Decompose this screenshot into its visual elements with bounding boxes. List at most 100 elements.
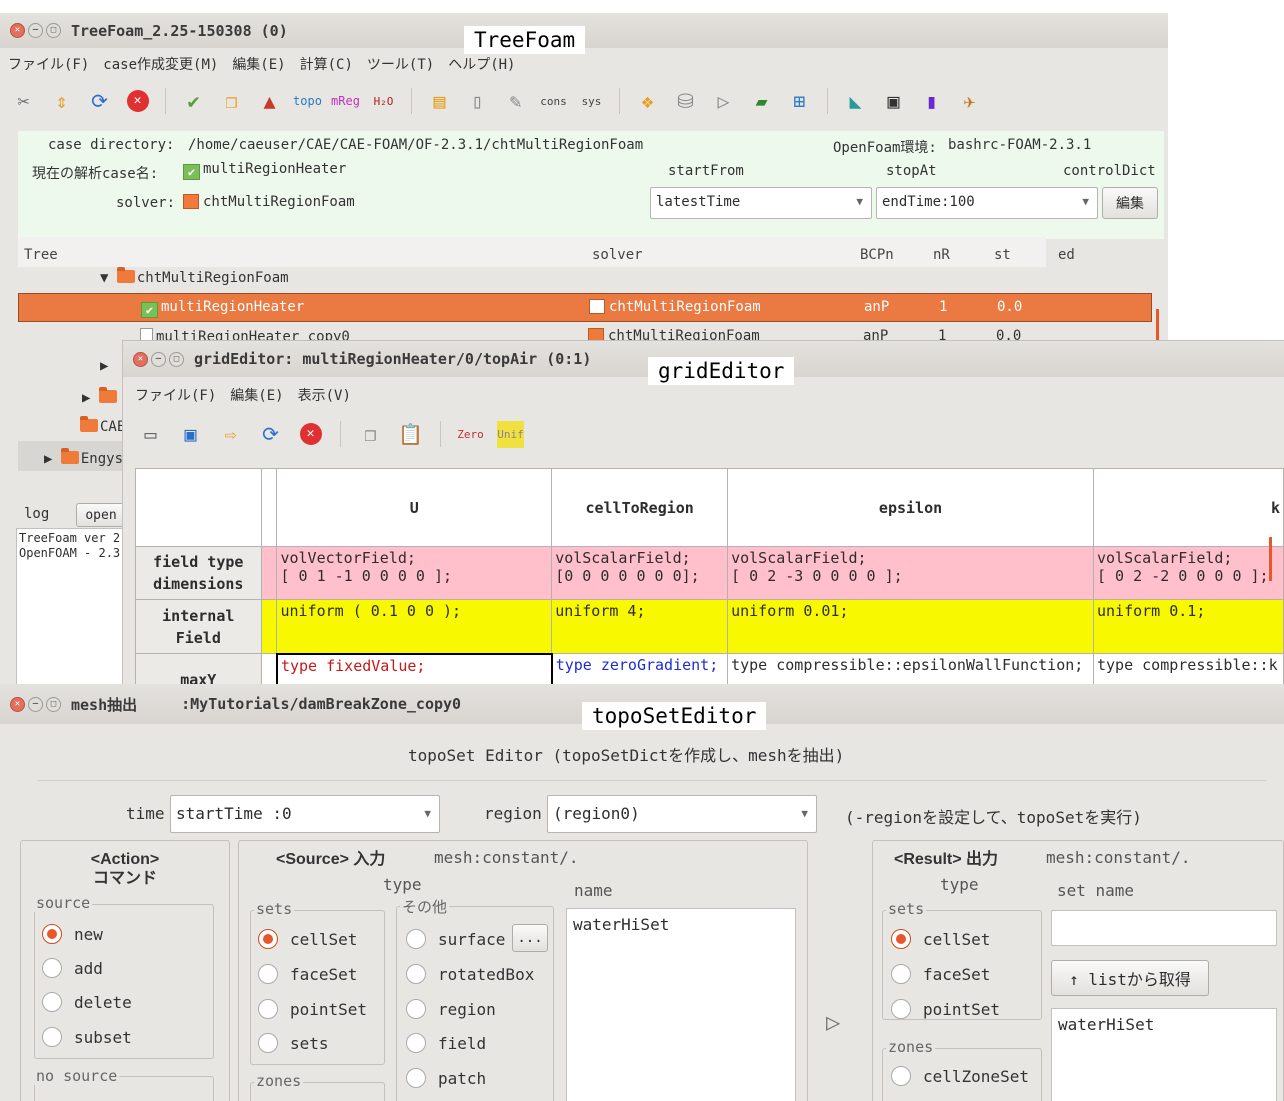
open-log-button[interactable]: open bbox=[76, 503, 126, 527]
radio-surface[interactable]: surface bbox=[406, 929, 505, 949]
edit-controldict-button[interactable]: 編集 bbox=[1102, 187, 1158, 219]
parallel-icon[interactable]: ⊞ bbox=[786, 88, 813, 115]
menu-calc[interactable]: 計算(C) bbox=[300, 54, 353, 74]
terminal-icon[interactable]: ▣ bbox=[880, 88, 907, 115]
menu-view[interactable]: 表示(V) bbox=[298, 385, 351, 405]
maximize-icon[interactable]: □ bbox=[46, 23, 61, 38]
color-bars-icon[interactable]: ▮ bbox=[918, 88, 945, 115]
source-name-list[interactable]: waterHiSet bbox=[566, 908, 796, 1101]
scrollbar[interactable] bbox=[1156, 309, 1159, 343]
radio-patch[interactable]: patch bbox=[406, 1068, 486, 1088]
grid-icon[interactable]: ▤ bbox=[426, 88, 453, 115]
doc-icon[interactable]: ▯ bbox=[464, 88, 491, 115]
radio-subset[interactable]: subset bbox=[42, 1027, 132, 1047]
refresh-icon[interactable]: ⟳ bbox=[257, 421, 284, 448]
topo-icon[interactable]: topo bbox=[293, 88, 322, 115]
hdfs-icon[interactable]: H₂O bbox=[370, 88, 397, 115]
grid-cell[interactable]: type compressible::k bbox=[1092, 653, 1284, 685]
save-icon[interactable]: ▣ bbox=[177, 421, 204, 448]
menu-case[interactable]: case作成変更(M) bbox=[103, 54, 218, 74]
radio-pointset[interactable]: pointSet bbox=[258, 999, 367, 1019]
column-header[interactable]: k bbox=[1092, 468, 1284, 547]
export-icon[interactable]: ⇨ bbox=[217, 421, 244, 448]
grid-cell[interactable]: type compressible::epsilonWallFunction; bbox=[727, 653, 1094, 685]
result-name-list[interactable]: waterHiSet bbox=[1051, 1008, 1277, 1101]
grid-cell[interactable]: uniform 4; bbox=[551, 599, 729, 654]
minimize-icon[interactable]: – bbox=[28, 696, 43, 712]
get-from-list-button[interactable]: ↑ listから取得 bbox=[1051, 960, 1209, 996]
radio-add[interactable]: add bbox=[42, 958, 103, 978]
surface-browse-button[interactable]: ... bbox=[512, 924, 548, 952]
tree-item-cae[interactable]: CAE bbox=[80, 416, 125, 435]
radio-faceset[interactable]: faceSet bbox=[258, 964, 357, 984]
radio-sets[interactable]: sets bbox=[258, 1033, 329, 1053]
edit-doc-icon[interactable]: ✎ bbox=[502, 88, 529, 115]
radio-cellset[interactable]: cellSet bbox=[258, 929, 357, 949]
paraview-icon[interactable]: ◣ bbox=[842, 88, 869, 115]
maximize-icon[interactable]: □ bbox=[46, 696, 61, 712]
result-radio-faceset[interactable]: faceSet bbox=[891, 964, 990, 984]
unif-icon[interactable]: Unif bbox=[497, 420, 524, 448]
scrollbar[interactable] bbox=[1269, 537, 1272, 581]
maximize-icon[interactable]: □ bbox=[169, 351, 184, 367]
stop-icon[interactable]: ✕ bbox=[297, 421, 324, 448]
radio-region[interactable]: region bbox=[406, 999, 496, 1019]
close-icon[interactable]: ✕ bbox=[10, 696, 25, 712]
tree-item-engys[interactable]: ▶ Engys bbox=[18, 441, 130, 471]
mreg-icon[interactable]: mReg bbox=[331, 88, 360, 115]
grid-cell-selected[interactable]: type fixedValue; bbox=[275, 652, 553, 685]
grid-cell[interactable]: uniform 0.01; bbox=[727, 599, 1094, 654]
monitor-icon[interactable]: ▰ bbox=[748, 88, 775, 115]
result-radio-cellzoneset[interactable]: cellZoneSet bbox=[891, 1066, 1029, 1086]
grid-cell[interactable]: volVectorField;[ 0 1 -1 0 0 0 0 ]; bbox=[276, 546, 553, 600]
stop-icon[interactable]: ✕ bbox=[124, 88, 151, 115]
radio-field[interactable]: field bbox=[406, 1033, 486, 1053]
column-header[interactable]: epsilon bbox=[727, 468, 1094, 547]
updown-icon[interactable]: ⇕ bbox=[48, 88, 75, 115]
close-icon[interactable]: ✕ bbox=[133, 351, 148, 367]
zero-icon[interactable]: Zero bbox=[457, 421, 484, 448]
startfrom-select[interactable]: latestTime ▼ bbox=[650, 187, 872, 219]
tree-row[interactable]: ▼ chtMultiRegionFoam bbox=[100, 267, 289, 286]
region-select[interactable]: (region0) ▼ bbox=[547, 795, 817, 833]
clear-icon[interactable]: ⛁ bbox=[672, 88, 699, 115]
tree-expand-row[interactable]: ▶ bbox=[82, 387, 119, 406]
check-doc-icon[interactable]: ✔ bbox=[180, 88, 207, 115]
menu-edit[interactable]: 編集(E) bbox=[230, 385, 283, 405]
plane-icon[interactable]: ✈ bbox=[956, 88, 983, 115]
run-doc-icon[interactable]: ❖ bbox=[634, 88, 661, 115]
minimize-icon[interactable]: – bbox=[151, 351, 166, 367]
menu-tools[interactable]: ツール(T) bbox=[367, 54, 434, 74]
radio-new[interactable]: new bbox=[42, 924, 103, 944]
grid-cell[interactable]: uniform ( 0.1 0 0 ); bbox=[276, 599, 553, 654]
grid-cell[interactable]: volScalarField; [0 0 0 0 0 0 0]; bbox=[551, 546, 729, 600]
grid-cell[interactable]: uniform 0.1; bbox=[1092, 599, 1284, 654]
list-item[interactable]: waterHiSet bbox=[1058, 1015, 1270, 1034]
refresh-icon[interactable]: ⟳ bbox=[86, 88, 113, 115]
menu-file[interactable]: ファイル(F) bbox=[135, 385, 216, 405]
tree-expand-row[interactable]: ▶ bbox=[100, 358, 108, 374]
column-header[interactable]: cellToRegion bbox=[551, 468, 729, 547]
grid-cell[interactable]: volScalarField;[ 0 2 -3 0 0 0 0 ]; bbox=[727, 546, 1094, 600]
result-radio-cellset[interactable]: cellSet bbox=[891, 929, 990, 949]
set-name-input[interactable] bbox=[1051, 910, 1277, 946]
copy-doc-icon[interactable]: ❐ bbox=[218, 88, 245, 115]
minimize-icon[interactable]: – bbox=[28, 23, 43, 38]
open-folder-icon[interactable]: ▭ bbox=[137, 421, 164, 448]
radio-rotatedbox[interactable]: rotatedBox bbox=[406, 964, 534, 984]
radio-delete[interactable]: delete bbox=[42, 992, 132, 1012]
paste-icon[interactable]: 📋 bbox=[397, 421, 424, 448]
tools-icon[interactable]: ✂ bbox=[10, 88, 37, 115]
menu-edit[interactable]: 編集(E) bbox=[232, 54, 285, 74]
grid-cell[interactable]: type zeroGradient; bbox=[551, 653, 729, 685]
mesh-icon[interactable]: ▲ bbox=[256, 88, 283, 115]
close-icon[interactable]: ✕ bbox=[10, 23, 25, 38]
play-icon[interactable]: ▷ bbox=[710, 88, 737, 115]
column-header[interactable]: U bbox=[276, 468, 553, 547]
tree-row-selected[interactable]: ✔ multiRegionHeater chtMultiRegionFoam an… bbox=[18, 293, 1152, 322]
result-radio-pointset[interactable]: pointSet bbox=[891, 999, 1000, 1019]
menu-help[interactable]: ヘルプ(H) bbox=[448, 54, 515, 74]
time-select[interactable]: startTime :0 ▼ bbox=[170, 795, 440, 833]
grid-cell[interactable]: volScalarField;[ 0 2 -2 0 0 0 0 ]; bbox=[1092, 546, 1284, 600]
run-arrow-icon[interactable]: ▷ bbox=[826, 1008, 840, 1036]
